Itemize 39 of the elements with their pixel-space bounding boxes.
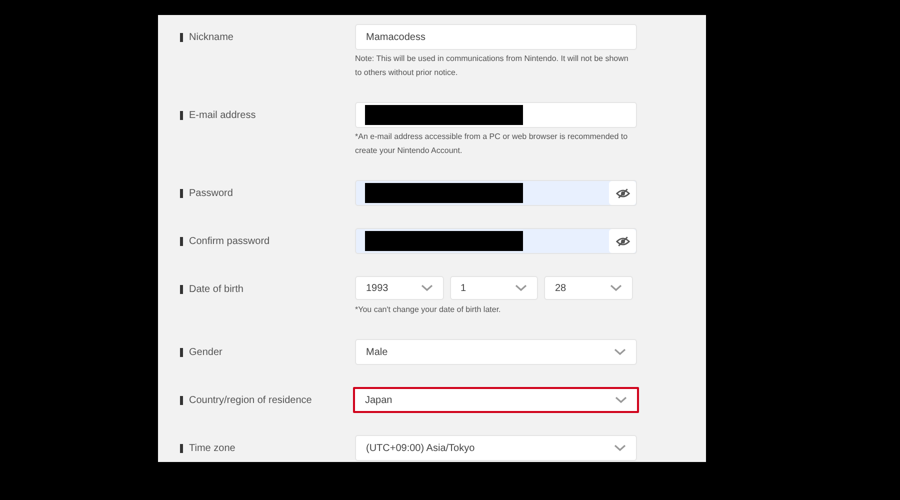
- label-marker: [180, 32, 183, 42]
- field-note: *An e-mail address accessible from a PC or web browser is recommended to create your Nintendo Account.: [355, 131, 629, 157]
- field-label: Time zone: [189, 442, 236, 454]
- select-field[interactable]: 28: [544, 276, 633, 300]
- chevron-down-icon: [615, 396, 627, 404]
- label-marker: [180, 236, 183, 246]
- eye-slash-icon: [616, 188, 630, 198]
- label-marker: [180, 348, 183, 356]
- text-field[interactable]: [355, 102, 637, 128]
- chevron-down-icon: [420, 284, 432, 292]
- select-field[interactable]: 1993: [355, 276, 444, 300]
- select-field[interactable]: 1: [450, 276, 538, 300]
- chevron-down-icon: [515, 284, 527, 292]
- show-password-button[interactable]: [609, 181, 636, 205]
- password-field[interactable]: [355, 228, 637, 254]
- select-field[interactable]: Male: [355, 339, 637, 365]
- label-marker: [180, 396, 183, 404]
- field-label: E-mail address: [189, 110, 256, 120]
- select-field[interactable]: (UTC+09:00) Asia/Tokyo: [355, 435, 637, 461]
- show-password-button[interactable]: [609, 229, 636, 253]
- text-field[interactable]: Mamacodess: [355, 24, 637, 50]
- field-note: *You can't change your date of birth later.: [355, 304, 502, 316]
- field-label: Date of birth: [189, 284, 244, 294]
- label-marker: [180, 284, 183, 294]
- eye-slash-icon: [616, 236, 630, 246]
- chevron-down-icon: [614, 444, 626, 452]
- field-label: Confirm password: [189, 236, 270, 246]
- label-marker: [180, 110, 183, 120]
- label-marker: [180, 188, 183, 198]
- field-label: Gender: [189, 346, 222, 358]
- field-label: Nickname: [189, 32, 234, 42]
- password-field[interactable]: [355, 180, 637, 206]
- field-note: Note: This will be used in communications from Nintendo. It will not be shown to others without prior notice.: [355, 53, 630, 79]
- label-marker: [180, 444, 183, 452]
- field-label: Country/region of residence: [189, 394, 312, 406]
- chevron-down-icon: [610, 284, 622, 292]
- chevron-down-icon: [614, 348, 626, 356]
- select-field[interactable]: Japan: [353, 387, 639, 413]
- field-label: Password: [189, 188, 233, 198]
